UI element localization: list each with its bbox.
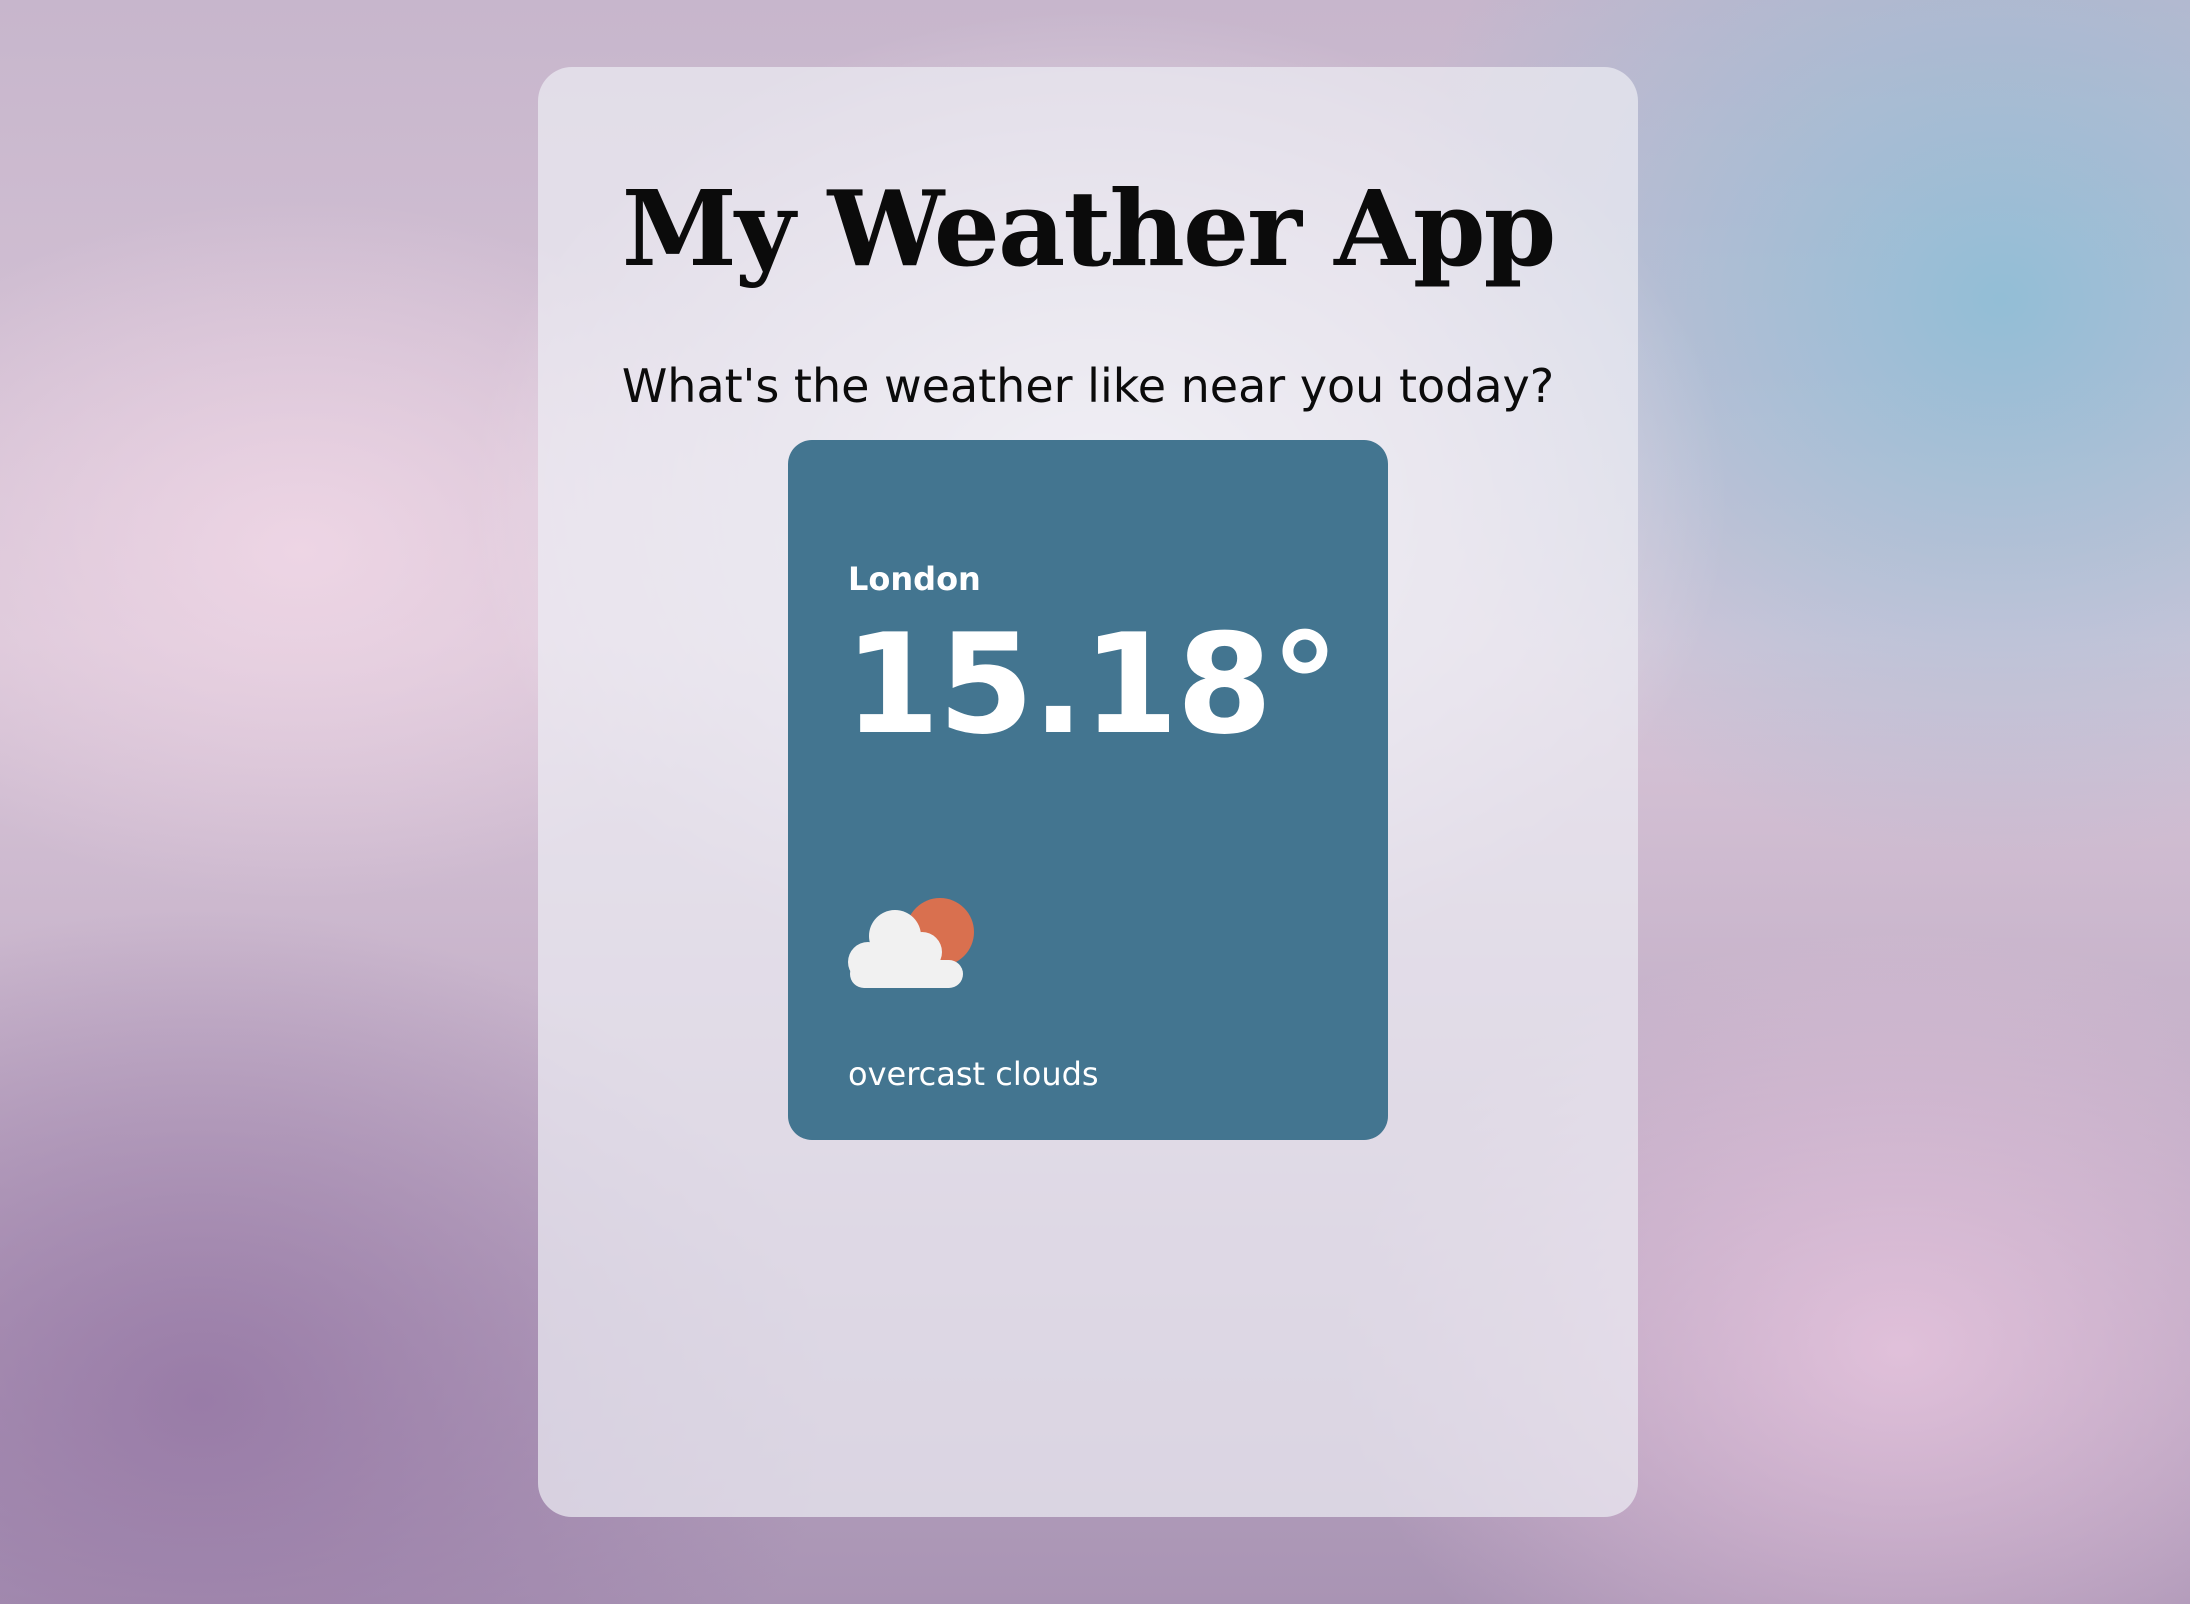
app-subtitle: What's the weather like near you today? [621,359,1555,413]
weather-card: London 15.18° overcast clouds [788,440,1388,1140]
weather-description: overcast clouds [848,1055,1099,1093]
temperature-value: 15.18° [844,604,1340,765]
app-title: My Weather App [621,167,1557,290]
city-name: London [848,560,981,598]
page-background: My Weather App What's the weather like n… [0,0,2190,1604]
main-panel: My Weather App What's the weather like n… [538,67,1638,1517]
cloud-with-sun-icon [848,898,974,988]
